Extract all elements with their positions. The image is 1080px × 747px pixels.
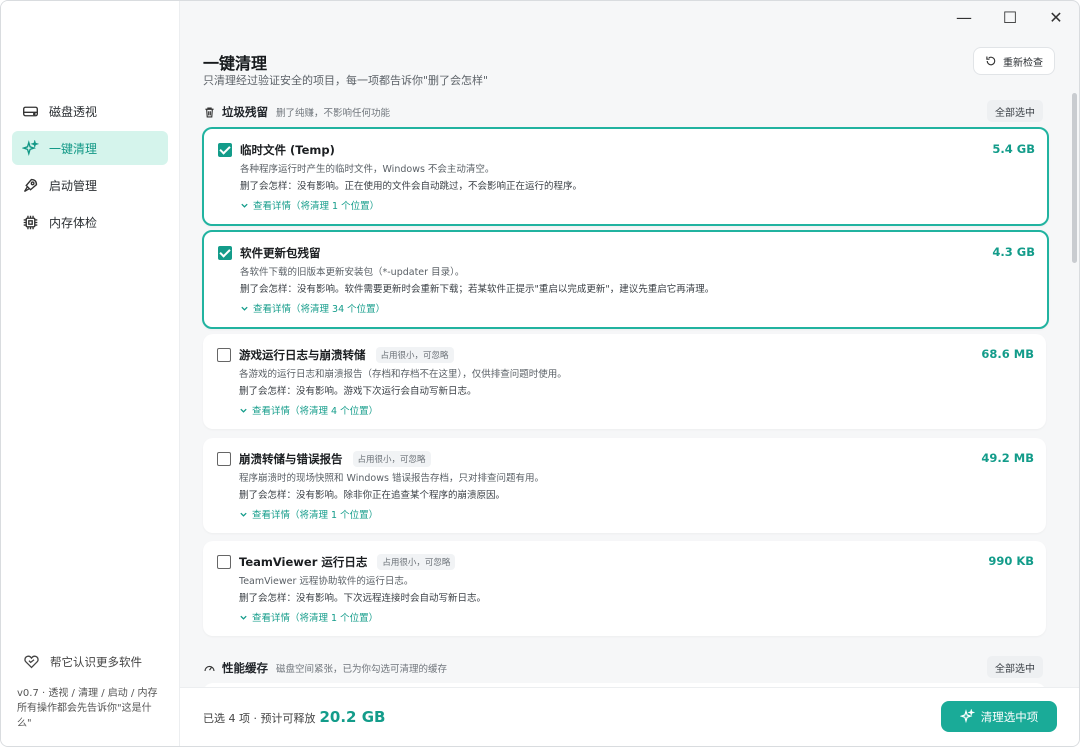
item-size: 68.6 MB [981,347,1034,361]
sparkle-icon [22,139,39,156]
page-subtitle: 只清理经过验证安全的项目，每一项都告诉你"删了会怎样" [203,74,489,87]
summary-text: 已选 4 项 · 预计可释放 [203,712,316,725]
section-header-junk: 垃圾残留 删了纯赚，不影响任何功能 [203,104,390,120]
item-desc: 各游戏的运行日志和崩溃报告（存档和存档不在这里），仅供排查问题时使用。 [239,369,567,380]
clean-item-card[interactable]: 临时文件 (Temp) 5.4 GB 各种程序运行时产生的临时文件，Window… [202,127,1049,226]
item-desc: TeamViewer 远程协助软件的运行日志。 [239,576,414,587]
sidebar-item-startup[interactable]: 启动管理 [12,168,168,202]
item-title: 临时文件 (Temp) [240,143,335,157]
section-desc: 磁盘空间紧张，已为你勾选可清理的缓存 [276,664,448,675]
item-title: 软件更新包残留 [240,246,321,260]
sidebar-item-label: 一键清理 [49,141,98,156]
item-checkbox[interactable] [217,555,231,569]
item-size: 5.4 GB [992,142,1035,156]
item-detail-link[interactable]: 查看详情（将清理 1 个位置） [239,507,378,521]
item-desc: 程序崩溃时的现场快照和 Windows 错误报告存档，只对排查问题有用。 [239,473,544,484]
item-effect: 删了会怎样：没有影响。游戏下次运行会自动写新日志。 [239,386,477,397]
chevron-down-icon [241,203,248,208]
clean-item-card[interactable]: 游戏运行日志与崩溃转储 占用很小，可忽略 68.6 MB 各游戏的运行日志和崩溃报… [203,334,1046,429]
chevron-down-icon [240,408,247,413]
help-label: 帮它认识更多软件 [50,654,142,669]
sidebar-item-label: 启动管理 [49,178,98,193]
sidebar-item-memory[interactable]: 内存体检 [12,205,168,239]
heart-handshake-icon [24,655,39,669]
item-effect: 删了会怎样：没有影响。正在使用的文件会自动跳过，不会影响正在运行的程序。 [240,181,583,192]
clean-selected-button[interactable]: 清理选中项 [941,701,1057,732]
item-checkbox[interactable] [218,246,232,260]
item-detail-link[interactable]: 查看详情（将清理 1 个位置） [239,610,378,624]
gauge-icon [204,665,215,671]
minimize-button[interactable]: — [941,1,987,33]
item-effect: 删了会怎样：没有影响。除非你正在追查某个程序的崩溃原因。 [239,490,506,501]
item-title: TeamViewer 运行日志 占用很小，可忽略 [239,554,456,570]
window-controls: — ☐ ✕ [941,1,1079,33]
section-header-cache: 性能缓存 磁盘空间紧张，已为你勾选可清理的缓存 [203,660,447,676]
rocket-icon [23,178,38,192]
item-checkbox[interactable] [217,348,231,362]
clean-item-card[interactable]: 软件更新包残留 4.3 GB 各软件下载的旧版本更新安装包（*-updater … [202,230,1049,329]
section-desc: 删了纯赚，不影响任何功能 [276,108,391,119]
item-tag: 占用很小，可忽略 [352,451,431,467]
trash-icon [205,106,214,118]
item-desc: 各软件下载的旧版本更新安装包（*-updater 目录）。 [240,267,465,278]
footer-bar: 已选 4 项 · 预计可释放 20.2 GB 清理选中项 [180,687,1079,746]
section-title: 垃圾残留 [222,105,268,119]
selection-summary: 已选 4 项 · 预计可释放 20.2 GB [203,708,385,726]
item-tag: 占用很小，可忽略 [375,347,454,363]
refresh-icon [986,56,996,66]
item-detail-link[interactable]: 查看详情（将清理 4 个位置） [239,403,378,417]
clean-item-card[interactable]: 崩溃转储与错误报告 占用很小，可忽略 49.2 MB 程序崩溃时的现场快照和 Wi… [203,438,1046,533]
item-title: 崩溃转储与错误报告 占用很小，可忽略 [239,451,431,467]
select-all-button[interactable]: 全部选中 [987,656,1043,678]
item-size: 4.3 GB [992,245,1035,259]
select-all-button[interactable]: 全部选中 [987,100,1043,122]
sidebar-item-label: 磁盘透视 [49,104,98,119]
close-button[interactable]: ✕ [1033,1,1079,33]
sidebar-item-label: 内存体检 [49,215,98,230]
page-title: 一键清理 [203,54,268,73]
item-checkbox[interactable] [217,452,231,466]
disk-icon [23,106,38,116]
clean-button-label: 清理选中项 [980,709,1039,724]
scrollbar[interactable] [1072,93,1077,263]
sidebar-item-clean[interactable]: 一键清理 [12,131,168,165]
recheck-button[interactable]: 重新检查 [973,47,1055,75]
item-checkbox[interactable] [218,143,232,157]
item-detail-link[interactable]: 查看详情（将清理 34 个位置） [240,301,385,315]
item-desc: 各种程序运行时产生的临时文件，Windows 不会主动清空。 [240,164,495,175]
item-size: 49.2 MB [981,451,1034,465]
item-effect: 删了会怎样：没有影响。软件需要更新时会重新下载；若某软件正提示"重启以完成更新"… [240,284,715,295]
item-effect: 删了会怎样：没有影响。下次远程连接时会自动写新日志。 [239,593,487,604]
recheck-label: 重新检查 [1003,57,1043,69]
sparkle-icon [959,709,975,724]
sidebar: 磁盘透视 一键清理 启动管理 内存体检 帮它认识更多软件 v0.7 · 透视 /… [1,1,180,746]
section-title: 性能缓存 [222,661,268,675]
sidebar-item-disk[interactable]: 磁盘透视 [12,94,168,128]
chip-icon [23,215,38,229]
item-size: 990 KB [988,554,1034,568]
item-detail-link[interactable]: 查看详情（将清理 1 个位置） [240,198,379,212]
sidebar-nav: 磁盘透视 一键清理 启动管理 内存体检 [12,94,168,242]
clean-item-card[interactable]: TeamViewer 运行日志 占用很小，可忽略 990 KB TeamViewe… [203,541,1046,636]
item-title: 游戏运行日志与崩溃转储 占用很小，可忽略 [239,347,454,363]
summary-total: 20.2 GB [319,708,386,726]
main-panel: 一键清理 只清理经过验证安全的项目，每一项都告诉你"删了会怎样" 重新检查 垃圾… [180,1,1079,746]
item-tag: 占用很小，可忽略 [377,554,456,570]
chevron-down-icon [241,306,248,311]
app-window: — ☐ ✕ 磁盘透视 一键清理 启动管理 内存体检 帮它认识更多软件 v0.7 … [0,0,1080,747]
help-link[interactable]: 帮它认识更多软件 [23,653,142,670]
maximize-button[interactable]: ☐ [987,1,1033,33]
chevron-down-icon [240,512,247,517]
chevron-down-icon [240,615,247,620]
version-text: v0.7 · 透视 / 清理 / 启动 / 内存 所有操作都会先告诉你"这是什么… [17,688,158,729]
